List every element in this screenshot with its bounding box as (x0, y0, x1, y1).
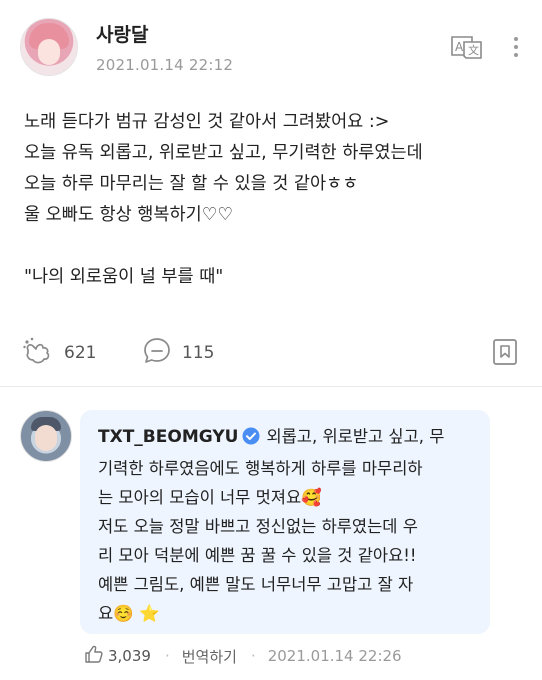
thumbs-up-icon (84, 644, 104, 668)
post-line: 울 오빠도 항상 행복하기♡♡ (24, 205, 234, 225)
artist-reply-bubble: TXT_BEOMGYU 외롭고, 위로받고 싶고, 무 기력한 하루였음에도 행복… (80, 410, 490, 634)
reply-date: 2021.01.14 22:26 (267, 647, 402, 665)
cheer-button[interactable]: 621 (22, 336, 96, 370)
author-name[interactable]: 사랑달 (96, 20, 148, 47)
bookmark-icon[interactable] (492, 338, 518, 370)
reply-line: 저도 오늘 정말 바쁘고 정신없는 하루였는데 우 (98, 517, 418, 536)
section-divider (0, 386, 542, 387)
reply-line-first: TXT_BEOMGYU 외롭고, 위로받고 싶고, 무 (98, 422, 478, 454)
svg-text:A: A (455, 40, 464, 54)
action-bar: 621 115 (0, 330, 542, 372)
avatar-face (38, 39, 60, 65)
verified-badge-icon (242, 425, 260, 454)
translate-link[interactable]: 번역하기 (182, 646, 237, 667)
post-date: 2021.01.14 22:12 (96, 56, 234, 74)
comment-button[interactable]: 115 (142, 336, 214, 370)
reply-footer: 3,039 · 번역하기 · 2021.01.14 22:26 (84, 645, 402, 667)
reply-line: 외롭고, 위로받고 싶고, 무 (266, 427, 445, 446)
post-line: 오늘 유독 외롭고, 위로받고 싶고, 무기력한 하루였는데 (24, 143, 423, 163)
post-content: 노래 듣다가 범규 감성인 것 같아서 그려봤어요 :> 오늘 유독 외롭고, … (24, 107, 529, 293)
footer-separator: · (164, 647, 170, 665)
artist-reply-text: TXT_BEOMGYU 외롭고, 위로받고 싶고, 무 기력한 하루였음에도 행복… (98, 422, 478, 628)
post-line-blank (24, 231, 529, 262)
cheer-icon (22, 336, 54, 370)
footer-separator: · (250, 647, 256, 665)
reply-like-button[interactable]: 3,039 (84, 644, 151, 668)
comment-icon (142, 336, 172, 370)
fan-post: 사랑달 2021.01.14 22:12 A 文 노래 듣다가 범규 감성인 것… (0, 0, 542, 680)
reply-line: 예쁜 그림도, 예쁜 말도 너무너무 고맙고 잘 자 (98, 575, 414, 594)
translate-icon[interactable]: A 文 (450, 34, 484, 60)
reply-line: 요☺️ ⭐ (98, 604, 160, 623)
post-line: "나의 외로움이 널 부를 때" (24, 267, 224, 287)
reply-line: 기력한 하루였음에도 행복하게 하루를 마무리하 (98, 459, 423, 478)
reply-line: 리 모아 덕분에 예쁜 꿈 꿀 수 있을 것 같아요!! (98, 546, 417, 565)
author-avatar[interactable] (20, 18, 78, 76)
post-line: 오늘 하루 마무리는 잘 할 수 있을 것 같아ㅎㅎ (24, 174, 359, 194)
cheer-count: 621 (64, 343, 97, 363)
svg-text:文: 文 (468, 43, 479, 57)
comment-count: 115 (182, 343, 215, 363)
post-line: 노래 듣다가 범규 감성인 것 같아서 그려봤어요 :> (24, 112, 390, 132)
reply-like-count: 3,039 (108, 647, 151, 665)
more-vertical-icon[interactable] (508, 34, 524, 64)
reply-line: 는 모아의 모습이 너무 멋져요🥰 (98, 488, 322, 507)
artist-avatar[interactable] (20, 410, 72, 462)
artist-name[interactable]: TXT_BEOMGYU (98, 427, 238, 447)
artist-avatar-face (35, 425, 57, 451)
